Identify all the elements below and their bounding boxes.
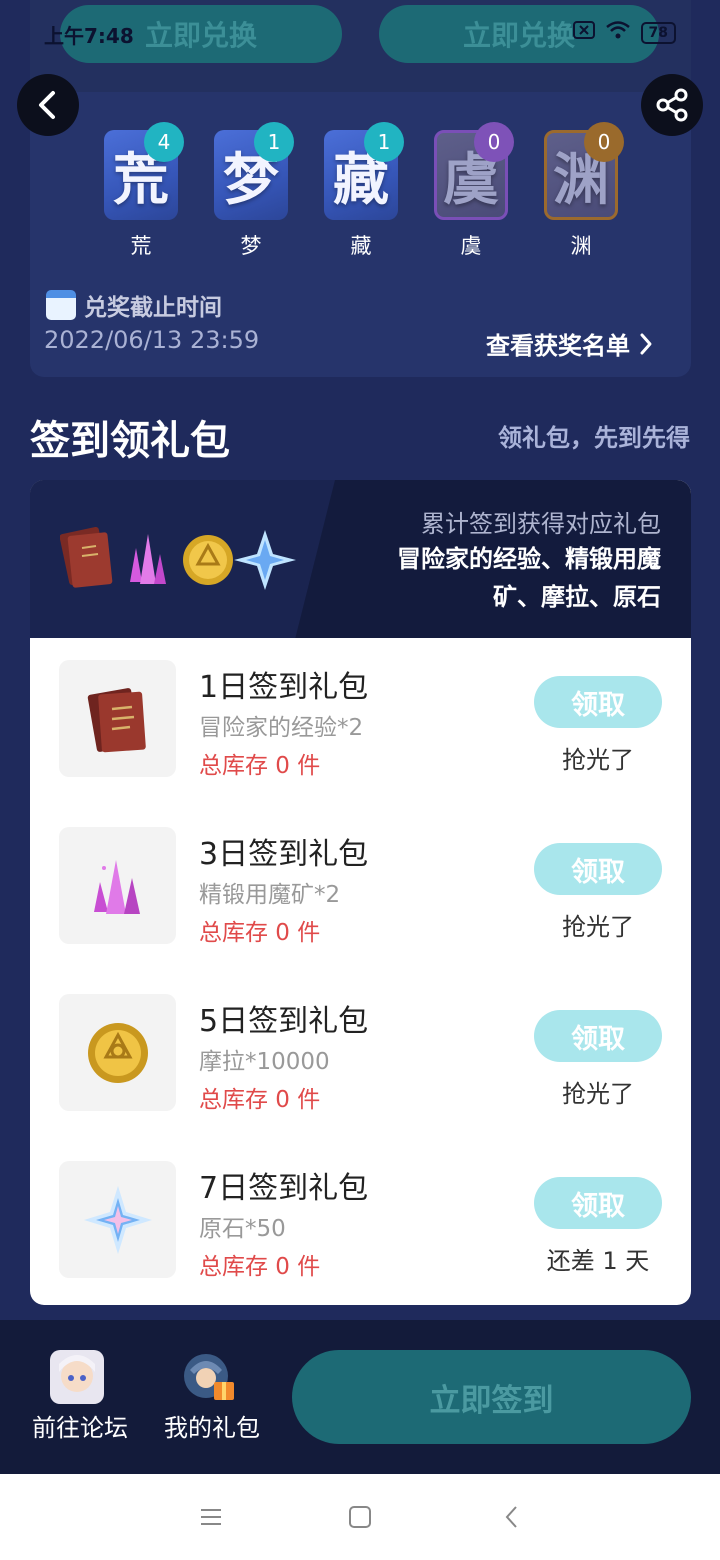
character-label: 虞	[460, 234, 482, 258]
system-nav-bar	[0, 1474, 720, 1560]
claim-button[interactable]: 领取	[534, 1177, 662, 1229]
gift-thumbnail	[59, 660, 176, 777]
status-time: 上午7:48	[44, 24, 134, 48]
deadline-title-text: 兑奖截止时间	[84, 295, 222, 321]
gift-stock: 总库存 0 件	[199, 920, 321, 946]
mystic-ore-icon	[93, 859, 140, 914]
gift-row: 5日签到礼包 摩拉*10000 总库存 0 件 领取 抢光了	[30, 994, 691, 1144]
primogem-icon	[234, 530, 296, 590]
wifi-icon	[605, 20, 631, 45]
section-subtitle: 领礼包，先到先得	[498, 424, 690, 452]
gift-row: 1日签到礼包 冒险家的经验*2 总库存 0 件 领取 抢光了	[30, 660, 691, 810]
character-label: 梦	[240, 234, 262, 258]
home-icon[interactable]	[340, 1500, 380, 1534]
view-winners-label: 查看获奖名单	[486, 332, 630, 360]
gift-name: 5日签到礼包	[199, 1004, 369, 1039]
count-badge: 4	[144, 122, 184, 162]
count-badge: 1	[364, 122, 404, 162]
my-gifts-link[interactable]: 我的礼包	[152, 1350, 272, 1442]
count-badge: 1	[254, 122, 294, 162]
status-icons: 78	[572, 20, 676, 45]
coin-icon	[183, 535, 233, 585]
claim-button[interactable]: 领取	[534, 1010, 662, 1062]
claim-status: 还差 1 天	[546, 1247, 650, 1275]
character-card[interactable]: 梦 1 梦	[214, 122, 294, 260]
adventurer-book-icon	[87, 687, 146, 752]
character-label: 藏	[350, 234, 372, 258]
claim-button[interactable]: 领取	[534, 843, 662, 895]
gift-item: 原石*50	[199, 1216, 286, 1242]
status-bar: 上午7:48 78	[0, 0, 720, 66]
character-label: 渊	[570, 234, 592, 258]
gift-stock: 总库存 0 件	[199, 1254, 321, 1280]
menu-icon[interactable]	[191, 1500, 231, 1534]
section-title: 签到领礼包	[30, 418, 230, 464]
my-gifts-label: 我的礼包	[164, 1414, 260, 1442]
character-label: 荒	[130, 234, 152, 258]
gift-stock: 总库存 0 件	[199, 1087, 321, 1113]
deadline-title: 兑奖截止时间	[46, 288, 222, 322]
gift-thumbnail	[59, 1161, 176, 1278]
notification-off-icon	[572, 20, 595, 45]
reward-preview	[59, 524, 300, 594]
forum-link[interactable]: 前往论坛	[20, 1350, 140, 1442]
character-card[interactable]: 藏 1 藏	[324, 122, 404, 260]
gift-name: 3日签到礼包	[199, 837, 369, 872]
gift-item: 摩拉*10000	[199, 1049, 330, 1075]
mora-coin-icon	[87, 1022, 148, 1083]
character-card[interactable]: 荒 4 荒	[104, 122, 184, 260]
chevron-left-icon	[39, 91, 55, 119]
gift-panel: 累计签到获得对应礼包 冒险家的经验、精锻用魔矿、摩拉、原石 1日签到礼包 冒险家…	[30, 480, 691, 1305]
gift-item: 冒险家的经验*2	[199, 715, 364, 741]
forum-avatar	[50, 1350, 104, 1404]
bottom-action-bar: 前往论坛 我的礼包 立即签到	[0, 1320, 720, 1474]
header-subtitle: 累计签到获得对应礼包	[421, 510, 661, 538]
header-description: 冒险家的经验、精锻用魔矿、摩拉、原石	[397, 545, 661, 611]
gift-name: 7日签到礼包	[199, 1171, 369, 1206]
gift-box-icon	[182, 1350, 236, 1404]
gift-panel-header: 累计签到获得对应礼包 冒险家的经验、精锻用魔矿、摩拉、原石	[30, 480, 691, 638]
page: 立即兑换 立即兑换 上午7:48 78 荒 4 荒 梦 1 梦 藏 1 藏 虞 …	[0, 0, 720, 1560]
calendar-icon	[46, 290, 76, 320]
back-nav-icon[interactable]	[492, 1500, 532, 1534]
view-winners-link[interactable]: 查看获奖名单	[486, 326, 654, 361]
count-badge: 0	[584, 122, 624, 162]
claim-status: 抢光了	[562, 913, 634, 941]
share-button[interactable]	[641, 74, 703, 136]
share-icon	[656, 88, 688, 122]
claim-button[interactable]: 领取	[534, 676, 662, 728]
gift-name: 1日签到礼包	[199, 670, 369, 705]
gift-row: 3日签到礼包 精锻用魔矿*2 总库存 0 件 领取 抢光了	[30, 827, 691, 977]
gift-stock: 总库存 0 件	[199, 753, 321, 779]
character-card[interactable]: 渊 0 渊	[544, 122, 624, 260]
character-collection: 荒 4 荒 梦 1 梦 藏 1 藏 虞 0 虞 渊 0 渊	[104, 122, 624, 260]
book-icon	[59, 526, 113, 588]
gift-thumbnail	[59, 994, 176, 1111]
claim-status: 抢光了	[562, 746, 634, 774]
battery-indicator: 78	[640, 21, 676, 44]
gift-thumbnail	[59, 827, 176, 944]
back-button[interactable]	[17, 74, 79, 136]
gift-row: 7日签到礼包 原石*50 总库存 0 件 领取 还差 1 天	[30, 1161, 691, 1305]
count-badge: 0	[474, 122, 514, 162]
deadline-value: 2022/06/13 23:59	[44, 326, 260, 354]
primogem-icon	[83, 1185, 152, 1254]
forum-label: 前往论坛	[32, 1414, 128, 1442]
claim-status: 抢光了	[562, 1080, 634, 1108]
chevron-right-icon	[640, 333, 652, 354]
character-card[interactable]: 虞 0 虞	[434, 122, 514, 260]
sign-in-button[interactable]: 立即签到	[292, 1350, 691, 1444]
gift-item: 精锻用魔矿*2	[199, 882, 341, 908]
ore-icon	[130, 534, 166, 584]
